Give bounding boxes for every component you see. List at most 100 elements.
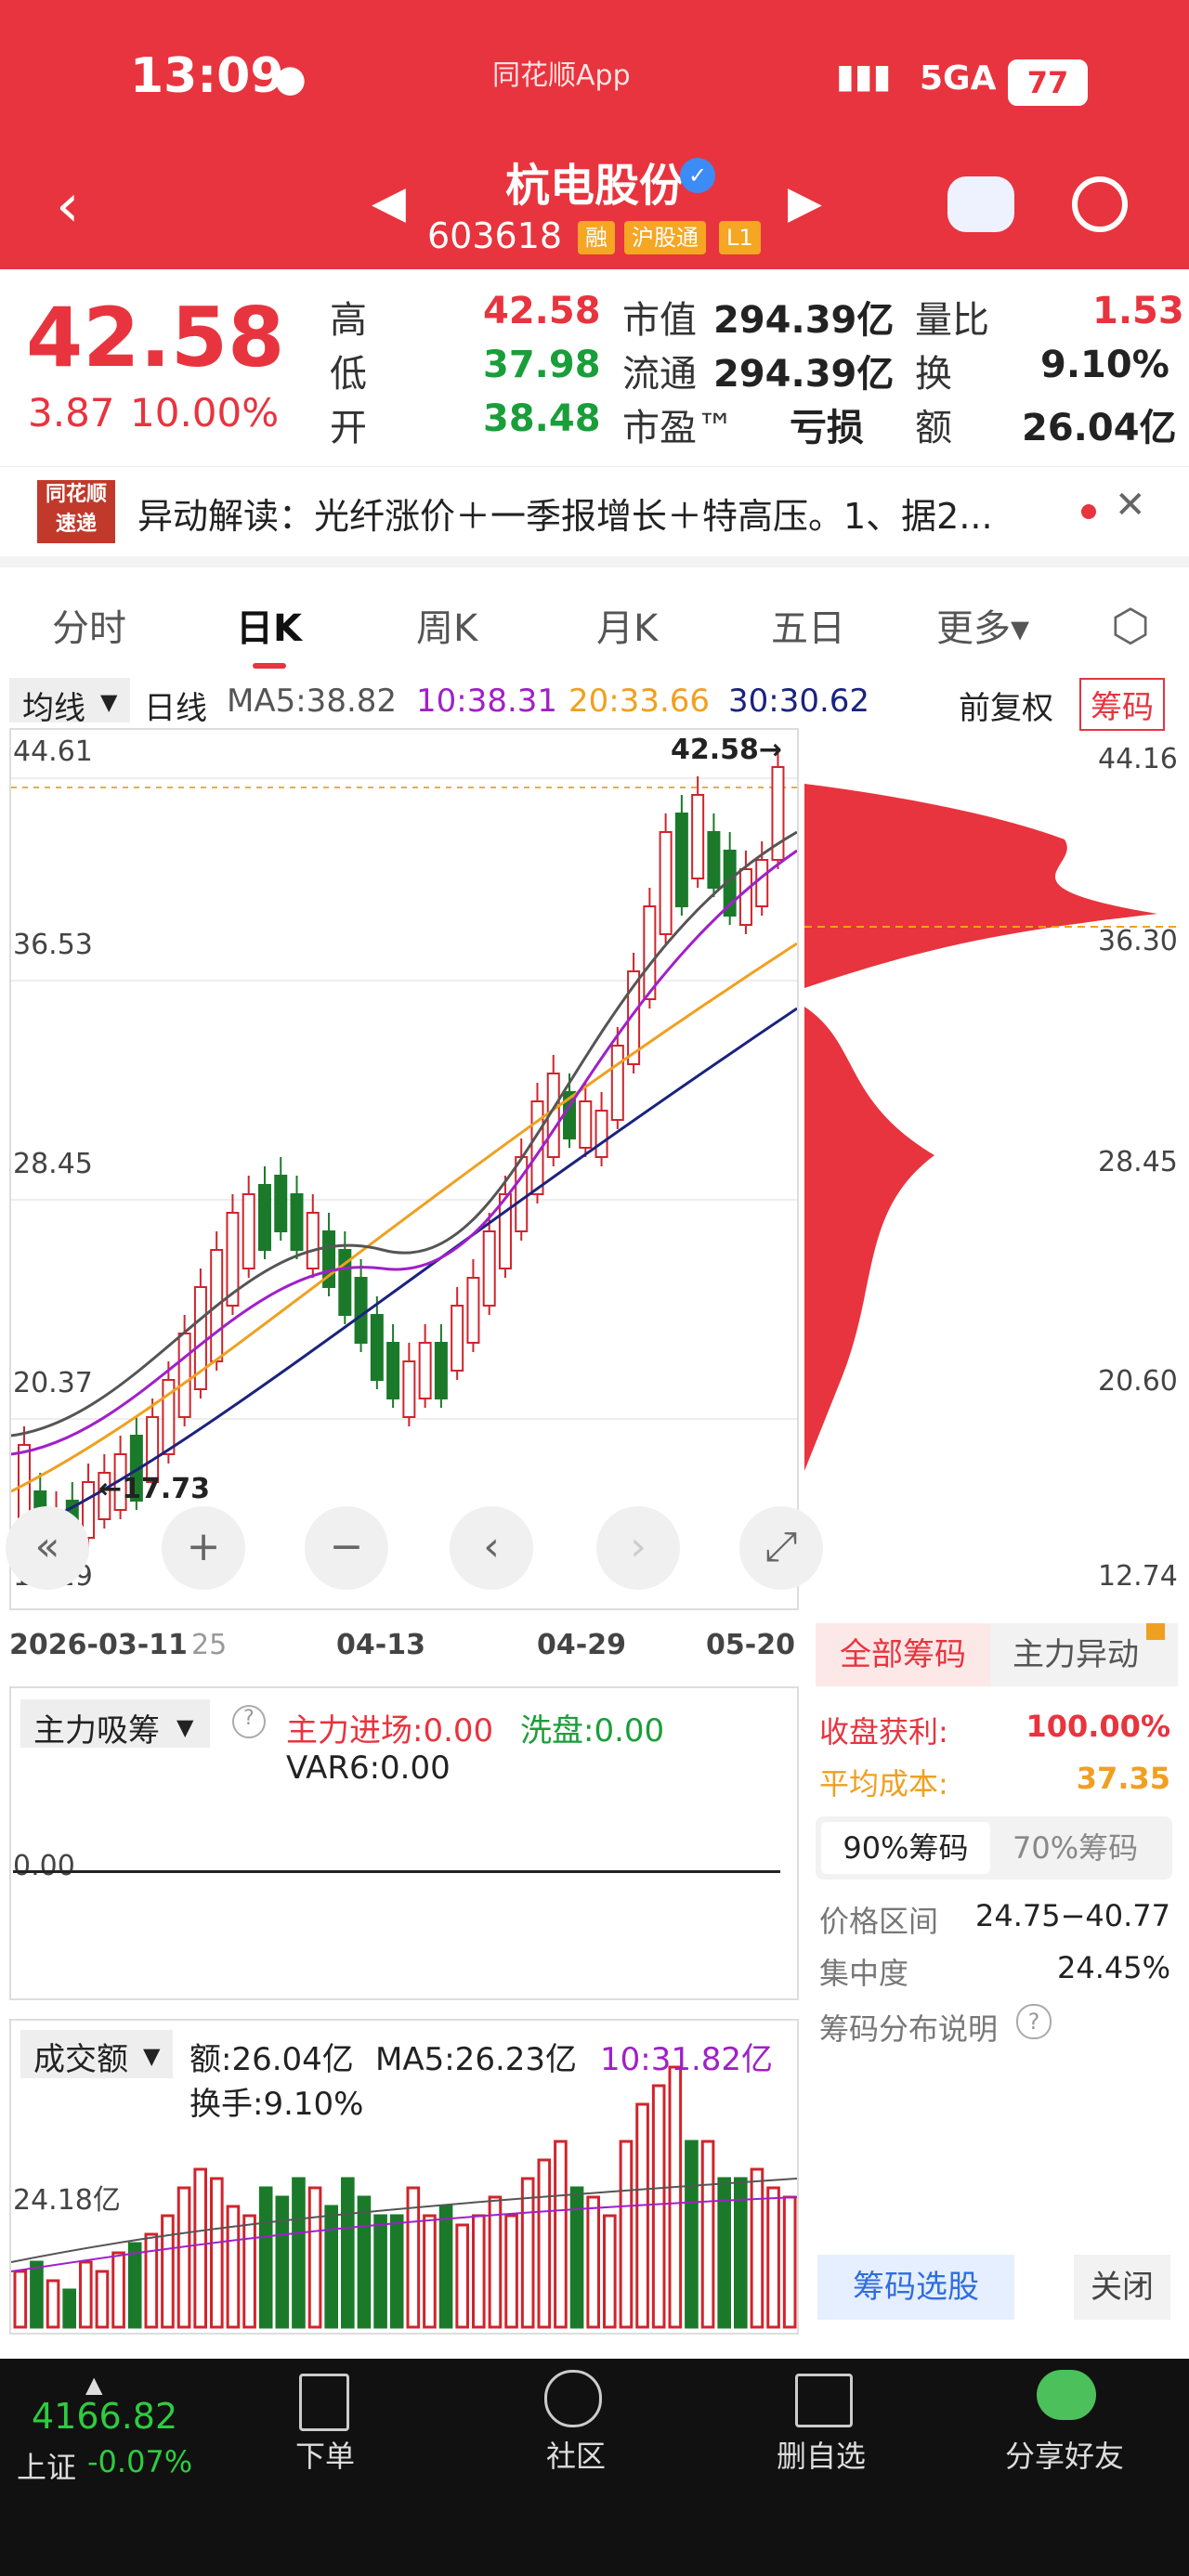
volume-bar [111,2251,125,2329]
current-price: 42.58 [26,290,285,385]
candle-body [691,794,705,879]
volume-bar [161,2214,175,2329]
mcap-label: 市值 [622,299,697,342]
vr-value: 1.53 [1092,290,1184,332]
kline-ytick: 28.45 [13,1148,93,1180]
candle-body [659,831,673,935]
search-icon[interactable] [1072,176,1128,232]
order-button[interactable]: 下单 [251,2433,399,2476]
candle-body [370,1314,384,1381]
index-value[interactable]: 4166.82 [32,2396,177,2437]
amount-value: 额:26.04亿 [189,2041,354,2078]
seg-70-chips[interactable]: 70%筹码 [1013,1822,1138,1874]
chip-ytick: 44.16 [1098,743,1178,775]
tab-underline [253,663,286,669]
candle-body [177,1333,191,1418]
volume-bar [750,2167,764,2329]
chip-close-button[interactable]: 关闭 [1074,2255,1170,2320]
zoom-in-icon[interactable]: + [162,1506,245,1590]
volume-bar [423,2214,437,2329]
volume-bar [766,2186,780,2329]
price-change: 3.87 [28,390,115,436]
amt-value: 26.04亿 [1022,407,1177,449]
volume-bar [357,2195,372,2329]
index-name[interactable]: 上证 [17,2444,76,2487]
share-button[interactable]: 分享好友 [990,2433,1139,2476]
tab-all-chips[interactable]: 全部筹码 [816,1623,990,1686]
volume-bar [62,2288,76,2329]
scroll-right-icon[interactable]: › [596,1506,680,1590]
tab-weekly-k[interactable]: 周K [416,598,477,652]
price-range-label: 价格区间 [819,1904,939,1939]
header: 13:09 ● 同花顺App ▮▮▮ 5GA 77 ‹ ◀ 杭电股份 ✓ ▶ 6… [0,0,1189,269]
zoom-out-icon[interactable]: − [305,1506,388,1590]
tab-main-force[interactable]: 主力异动 [1013,1623,1139,1686]
wechat-icon[interactable] [1037,2370,1096,2420]
community-icon[interactable] [544,2370,602,2427]
low-label: 低 [330,353,367,396]
app-title: 同花顺App [492,59,631,92]
help-icon[interactable]: ? [1016,2004,1052,2039]
volume-bar [242,2214,256,2329]
remove-watchlist-button[interactable]: 删自选 [747,2433,895,2476]
period-label: 日线 [144,690,207,727]
volume-bar [127,2242,142,2329]
volume-bar [438,2205,453,2329]
price-change-pct: 10.00% [130,390,280,436]
next-stock-icon[interactable]: ▶ [788,176,822,228]
chip-help-label[interactable]: 筹码分布说明 [819,2006,998,2049]
robot-assistant-icon[interactable] [947,176,1014,232]
candle-body [755,859,769,907]
date-label: 05-20 [706,1629,795,1661]
community-button[interactable]: 社区 [502,2433,650,2476]
scroll-left-icon[interactable]: ‹ [450,1506,533,1590]
user-icon: ● [274,58,307,100]
volume-bar [635,2102,649,2329]
volume-bar [685,2140,699,2329]
date-label: 2026-03-11 [9,1629,188,1661]
volume-bar [603,2214,617,2329]
adjust-toggle[interactable]: 前复权 [959,683,1053,728]
order-icon[interactable] [299,2374,349,2431]
help-icon[interactable]: ? [232,1705,266,1738]
amount-ma10: 10:31.82亿 [600,2041,774,2078]
settings-icon[interactable]: ⬡ [1111,600,1150,652]
tag-margin: 融 [578,221,615,254]
var6-value: VAR6:0.00 [286,1750,451,1787]
volume-bar [373,2214,387,2329]
tab-more[interactable]: 更多▾ [936,598,1029,652]
seg-90-chips[interactable]: 90%筹码 [821,1822,990,1874]
candle-body [482,1230,496,1307]
candle-body [579,1100,593,1149]
close-news-icon[interactable]: ✕ [1115,484,1146,527]
candle-body [643,905,657,1000]
volume-bar [619,2140,634,2329]
volume-bar [210,2177,224,2329]
turn-value: 9.10% [1040,344,1169,386]
volume-bar [226,2205,241,2329]
candle-body [242,1193,255,1269]
high-value: 42.58 [483,290,601,332]
volume-bar [504,2214,518,2329]
remove-watchlist-icon[interactable] [795,2374,853,2427]
index-change[interactable]: -0.07% [87,2444,192,2479]
chip-select-button[interactable]: 筹码选股 [817,2255,1014,2320]
chips-button[interactable]: 筹码 [1079,678,1165,731]
stock-code: 603618 [427,215,563,256]
candle-body [290,1193,304,1251]
chevron-down-icon: ▼ [176,1714,194,1740]
amt-label: 额 [915,407,952,449]
news-banner[interactable]: 同花顺速递 异动解读：光纤涨价＋一季报增长＋特高压。1、据2... ✕ [0,466,1189,567]
candle-body [257,1184,271,1251]
indicator1-ytick: 0.00 [13,1850,75,1882]
pe-value: 亏损 [790,407,864,449]
zoom-reset-icon[interactable]: « [6,1506,89,1590]
tab-monthly-k[interactable]: 月K [596,598,658,652]
tab-five-day[interactable]: 五日 [771,598,845,652]
tab-timeshare[interactable]: 分时 [52,598,126,652]
concentration-value: 24.45% [1056,1950,1170,1985]
indicator1-zero-line [13,1870,780,1873]
volume-bar [472,2214,486,2329]
low-value: 37.98 [483,344,601,386]
tab-daily-k[interactable]: 日K [236,598,302,652]
